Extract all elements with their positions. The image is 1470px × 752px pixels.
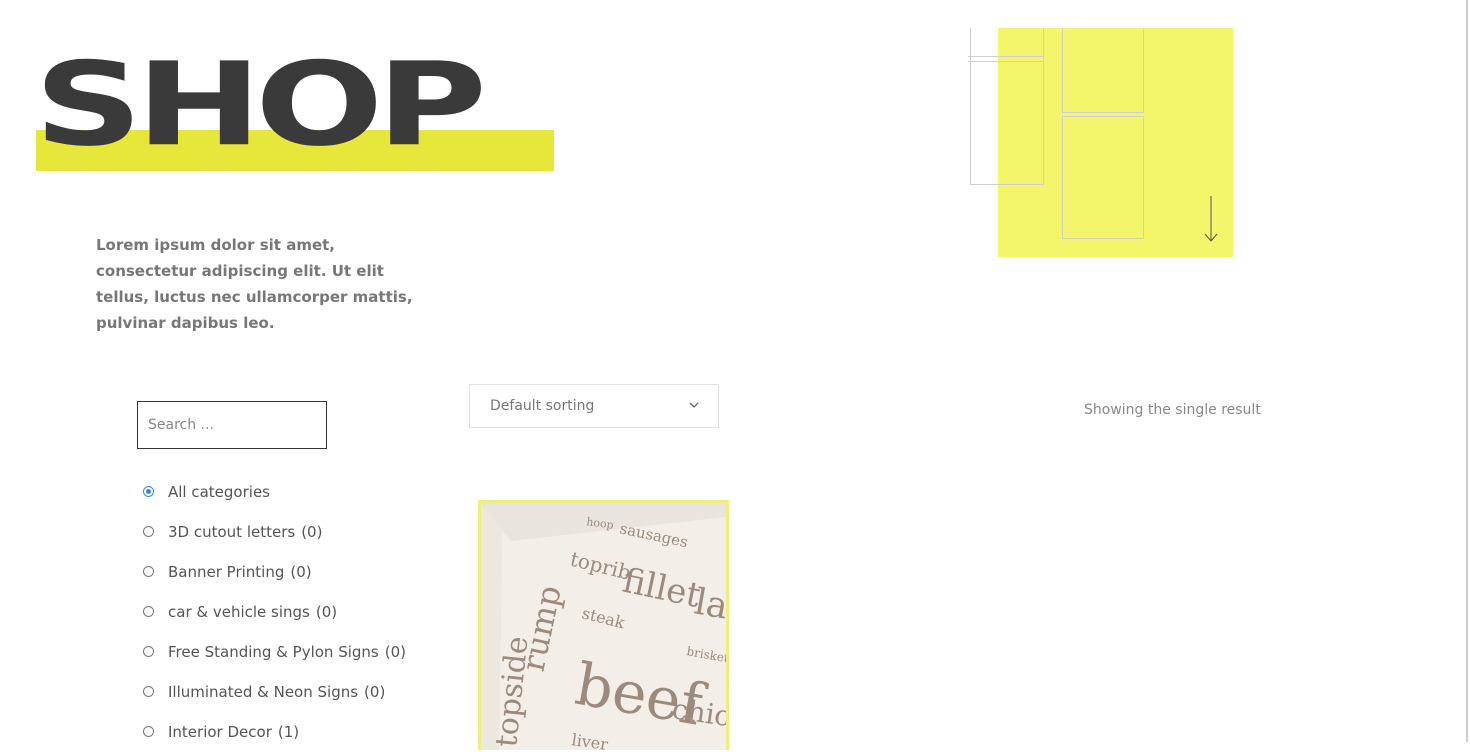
category-label: Illuminated & Neon Signs bbox=[168, 683, 359, 701]
category-radio[interactable] bbox=[143, 645, 154, 657]
category-option-all[interactable]: All categories bbox=[140, 472, 440, 512]
product-image[interactable]: hoop sausages toprib fillet lamb steak r… bbox=[481, 503, 726, 750]
category-option-3d-cutout-letters[interactable]: 3D cutout letters (0) bbox=[140, 512, 440, 552]
chevron-down-icon bbox=[689, 402, 699, 408]
decor-frame bbox=[968, 56, 1043, 62]
decor-frame bbox=[1062, 116, 1144, 239]
page-title: SHOP bbox=[34, 38, 487, 173]
decor-frame bbox=[1062, 28, 1144, 113]
category-count: (0) bbox=[384, 643, 406, 661]
category-filter-list: All categories 3D cutout letters (0) Ban… bbox=[140, 472, 440, 752]
category-option-car-vehicle-signs[interactable]: car & vehicle sings (0) bbox=[140, 592, 440, 632]
category-label: All categories bbox=[168, 483, 270, 501]
sort-selected-label: Default sorting bbox=[490, 398, 595, 414]
category-radio[interactable] bbox=[143, 525, 154, 537]
category-radio[interactable] bbox=[143, 725, 154, 737]
category-label: Free Standing & Pylon Signs bbox=[168, 643, 379, 661]
category-count: (0) bbox=[301, 523, 323, 541]
category-option-interior-decor[interactable]: Interior Decor (1) bbox=[140, 712, 440, 752]
category-label: 3D cutout letters bbox=[168, 523, 296, 541]
category-label: Interior Decor bbox=[168, 723, 272, 741]
category-radio[interactable] bbox=[143, 565, 154, 577]
category-count: (0) bbox=[315, 603, 338, 621]
window-edge bbox=[1466, 0, 1468, 742]
category-label: Banner Printing bbox=[168, 563, 285, 581]
category-radio[interactable] bbox=[143, 605, 154, 617]
category-radio[interactable] bbox=[143, 685, 154, 697]
arrow-down-icon[interactable] bbox=[1203, 196, 1219, 244]
page-title-block: SHOP bbox=[34, 48, 556, 175]
decor-frame bbox=[970, 28, 1044, 185]
category-option-banner-printing[interactable]: Banner Printing (0) bbox=[140, 552, 440, 592]
category-count: (1) bbox=[277, 723, 300, 741]
intro-text: Lorem ipsum dolor sit amet, consectetur … bbox=[96, 236, 413, 332]
category-count: (0) bbox=[364, 683, 386, 701]
product-card[interactable]: hoop sausages toprib fillet lamb steak r… bbox=[478, 500, 729, 750]
category-count: (0) bbox=[290, 563, 312, 581]
category-label: car & vehicle sings bbox=[168, 603, 310, 621]
result-count: Showing the single result bbox=[1084, 402, 1261, 418]
sort-dropdown[interactable]: Default sorting bbox=[469, 384, 719, 428]
category-radio[interactable] bbox=[143, 485, 154, 497]
search-input[interactable] bbox=[137, 401, 327, 449]
category-option-illuminated-neon-signs[interactable]: Illuminated & Neon Signs (0) bbox=[140, 672, 440, 712]
category-option-free-standing-pylon-signs[interactable]: Free Standing & Pylon Signs (0) bbox=[140, 632, 440, 672]
